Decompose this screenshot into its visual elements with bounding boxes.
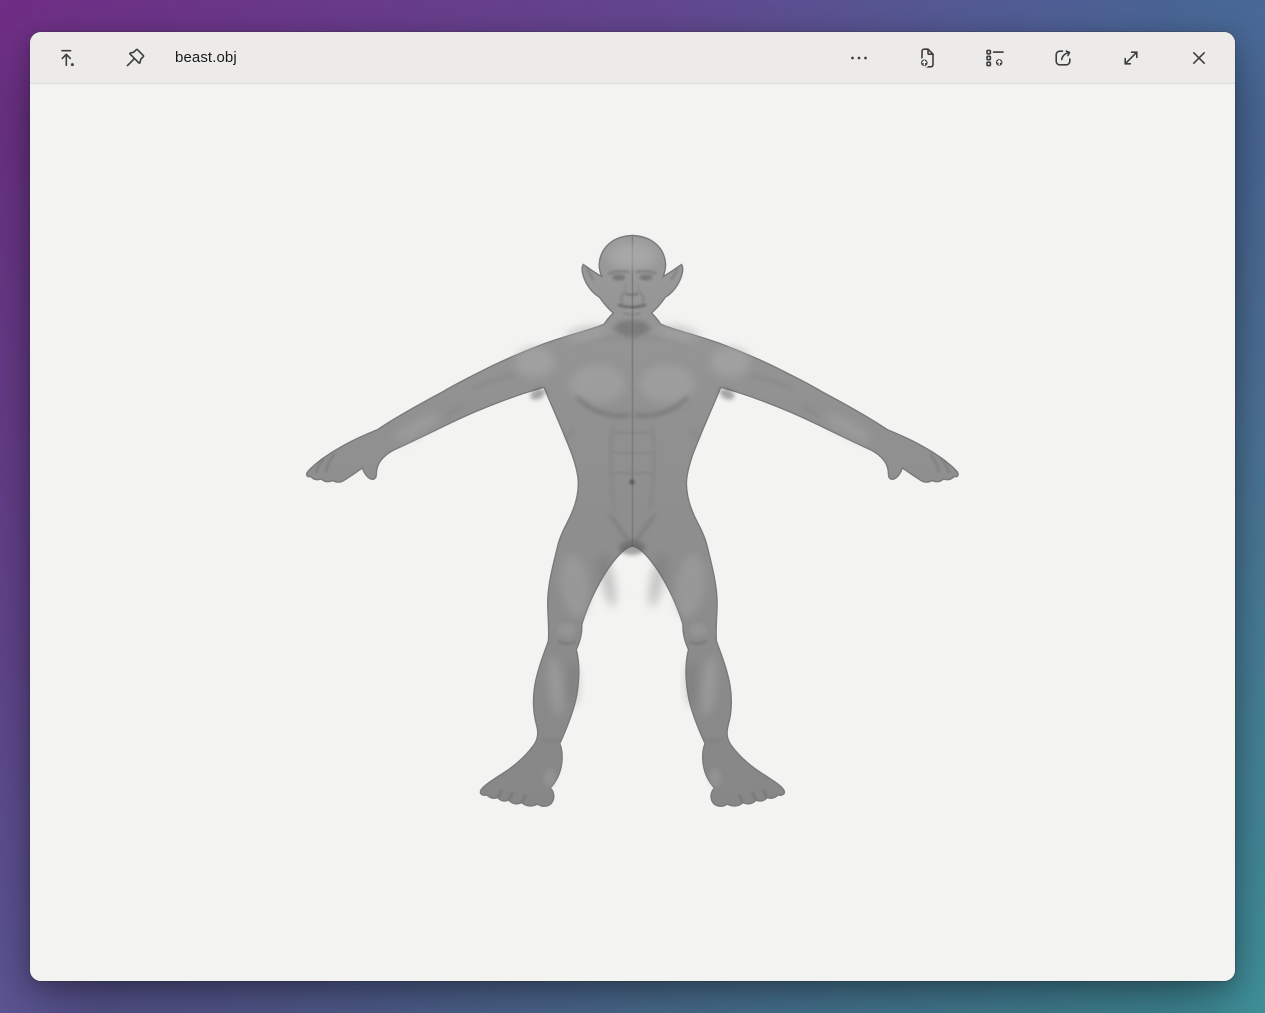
desktop: { "desktop": { "wallpaper_gradient": { "… bbox=[0, 0, 1265, 1013]
file-title: beast.obj bbox=[175, 49, 237, 66]
arrow-upload-button[interactable] bbox=[48, 38, 88, 78]
pin-icon bbox=[123, 46, 147, 70]
preview-window: beast.obj bbox=[30, 32, 1235, 981]
pin-button[interactable] bbox=[115, 38, 155, 78]
open-file-button[interactable] bbox=[907, 38, 947, 78]
fullscreen-icon bbox=[1119, 46, 1143, 70]
preview-viewport[interactable] bbox=[30, 84, 1235, 981]
open-with-button[interactable] bbox=[975, 38, 1015, 78]
arrow-upload-icon bbox=[56, 46, 80, 70]
fullscreen-button[interactable] bbox=[1111, 38, 1151, 78]
share-button[interactable] bbox=[1043, 38, 1083, 78]
beast-model-illustration bbox=[30, 84, 1235, 981]
close-icon bbox=[1187, 46, 1211, 70]
share-icon bbox=[1051, 46, 1075, 70]
title-bar[interactable]: beast.obj bbox=[30, 32, 1235, 84]
close-button[interactable] bbox=[1179, 38, 1219, 78]
toolbar-actions bbox=[839, 38, 1219, 78]
more-options-button[interactable] bbox=[839, 38, 879, 78]
list-upload-icon bbox=[983, 46, 1007, 70]
file-upload-icon bbox=[915, 46, 939, 70]
ellipsis-icon bbox=[847, 46, 871, 70]
